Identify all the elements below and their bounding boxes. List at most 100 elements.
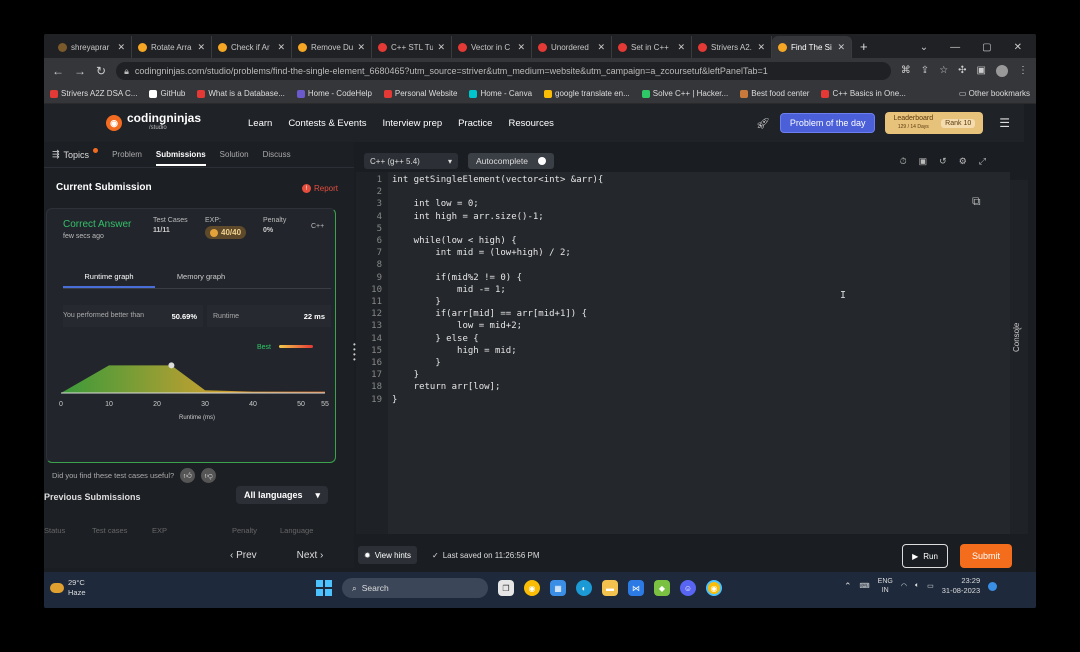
bookmark-item[interactable]: What is a Database... [197, 89, 285, 98]
rocket-icon[interactable]: 🚀︎ [756, 117, 770, 130]
new-tab-icon[interactable]: + [852, 39, 876, 58]
browser-tab[interactable]: Find The Si ✕ [772, 36, 852, 58]
bookmark-item[interactable]: C++ Basics in One... [821, 89, 906, 98]
prev-button[interactable]: ‹ Prev [230, 550, 257, 561]
other-bookmarks[interactable]: ▭ Other bookmarks [959, 89, 1030, 98]
browser-tab[interactable]: Remove Du ✕ [292, 36, 372, 58]
browser-tab[interactable]: C++ STL Tu ✕ [372, 36, 452, 58]
minimize-icon[interactable]: — [950, 42, 960, 53]
language-dropdown[interactable]: C++ (g++ 5.4) ▾ [364, 153, 458, 169]
sidepanel-icon[interactable]: ▣ [977, 65, 986, 77]
tab-close-icon[interactable]: ✕ [197, 42, 205, 53]
weather-widget[interactable]: 29°C Haze [50, 578, 86, 598]
topics-button[interactable]: ⇶ Topics [52, 148, 99, 160]
battery-icon[interactable]: ▭ [927, 582, 934, 590]
nav-practice[interactable]: Practice [458, 118, 492, 129]
file-explorer-icon[interactable]: ▬ [602, 580, 618, 596]
settings-gear-icon[interactable]: ⚙︎ [959, 156, 967, 167]
tab-close-icon[interactable]: ✕ [437, 42, 445, 53]
next-button[interactable]: Next › [297, 550, 324, 561]
teams-icon[interactable]: ▦ [550, 580, 566, 596]
bookmark-item[interactable]: Personal Website [383, 89, 457, 98]
bookmark-item[interactable]: Best food center [740, 89, 809, 98]
your-runtime-marker[interactable] [168, 362, 175, 369]
leaderboard-button[interactable]: Leaderboard 129 / 14 Days Rank 10 [885, 112, 984, 134]
discord-icon[interactable]: ☺ [680, 580, 696, 596]
forward-icon[interactable]: → [74, 64, 86, 78]
reset-icon[interactable]: ↺ [939, 156, 947, 167]
browser-tab[interactable]: Vector in C ✕ [452, 36, 532, 58]
tab-close-icon[interactable]: ✕ [837, 42, 845, 53]
code-editor[interactable]: ⧉ I 1 int getSingleElement(vector<int> &a… [356, 172, 1010, 534]
tab-close-icon[interactable]: ✕ [757, 42, 765, 53]
tab-runtime-graph[interactable]: Runtime graph [63, 269, 155, 288]
site-logo[interactable]: ◉ codingninjas /studio [58, 112, 238, 133]
tab-problem[interactable]: Problem [112, 150, 142, 159]
input-language[interactable]: ENG IN [878, 577, 893, 595]
back-icon[interactable]: ← [52, 64, 64, 78]
kebab-menu-icon[interactable]: ⋮ [1018, 65, 1028, 77]
wifi-icon[interactable]: ◠ [901, 582, 907, 590]
edge-icon[interactable]: ◐ [576, 580, 592, 596]
view-hints-button[interactable]: ✹ View hints [358, 546, 418, 564]
browser-tab[interactable]: Check if Ar ✕ [212, 36, 292, 58]
tab-discuss[interactable]: Discuss [263, 150, 291, 159]
browser-tab[interactable]: Rotate Arra ✕ [132, 36, 212, 58]
browser-tab[interactable]: shreyaprar ✕ [52, 36, 132, 58]
translate-icon[interactable]: ⌘ [901, 65, 911, 77]
taskbar-search[interactable]: ⌕ Search [342, 578, 488, 598]
browser-tab[interactable]: Strivers A2. ✕ [692, 36, 772, 58]
language-filter-dropdown[interactable]: All languages ▾ [236, 486, 328, 504]
vscode-icon[interactable]: ⋈ [628, 580, 644, 596]
share-icon[interactable]: ⇪ [921, 65, 929, 77]
browser-tab[interactable]: Unordered ✕ [532, 36, 612, 58]
tab-search-icon[interactable]: ⌄ [920, 42, 928, 53]
browser-tab[interactable]: Set in C++ ✕ [612, 36, 692, 58]
tab-close-icon[interactable]: ✕ [517, 42, 525, 53]
bookmark-item[interactable]: Strivers A2Z DSA C... [50, 89, 137, 98]
nav-resources[interactable]: Resources [508, 118, 553, 129]
fullscreen-icon[interactable]: ⤢ [979, 156, 986, 167]
bookmark-item[interactable]: Home - CodeHelp [296, 89, 372, 98]
volume-icon[interactable]: 🔈︎ [915, 582, 919, 590]
clock[interactable]: 23:29 31-08-2023 [942, 576, 980, 596]
autocomplete-toggle[interactable]: Autocomplete [468, 153, 554, 169]
nav-interview-prep[interactable]: Interview prep [382, 118, 442, 129]
nav-learn[interactable]: Learn [248, 118, 272, 129]
console-toggle[interactable]: ‹ Console [1010, 180, 1028, 534]
notification-icon[interactable] [988, 581, 998, 591]
hamburger-menu-icon[interactable]: ☰ [999, 116, 1010, 130]
url-field[interactable]: 🔒︎ codingninjas.com/studio/problems/find… [116, 62, 891, 80]
run-button[interactable]: ▶ Run [902, 544, 948, 568]
tab-solution[interactable]: Solution [220, 150, 249, 159]
timer-icon[interactable]: ⏱︎ [900, 156, 907, 167]
keyboard-icon[interactable]: ⌨ [860, 582, 870, 590]
bluestacks-icon[interactable]: ◆ [654, 580, 670, 596]
report-button[interactable]: ! Report [302, 184, 338, 193]
windows-start-icon[interactable] [316, 580, 332, 596]
tab-close-icon[interactable]: ✕ [277, 42, 285, 53]
chrome-active-icon[interactable]: ◉ [706, 580, 722, 596]
bookmark-item[interactable]: Solve C++ | Hacker... [641, 89, 728, 98]
tab-close-icon[interactable]: ✕ [677, 42, 685, 53]
reload-icon[interactable]: ↻ [96, 64, 106, 78]
thumbs-up-icon[interactable]: 👍︎ [180, 468, 196, 483]
tab-close-icon[interactable]: ✕ [597, 42, 605, 53]
tab-close-icon[interactable]: ✕ [357, 42, 365, 53]
bookmark-item[interactable]: Home - Canva [469, 89, 532, 98]
close-window-icon[interactable]: ✕ [1014, 42, 1022, 53]
thumbs-down-icon[interactable]: 👎︎ [201, 468, 217, 483]
task-view-icon[interactable]: ❐ [498, 580, 514, 596]
problem-of-the-day-button[interactable]: Problem of the day [779, 113, 876, 133]
tab-memory-graph[interactable]: Memory graph [155, 269, 247, 288]
star-icon[interactable]: ☆ [939, 65, 948, 77]
nav-contests[interactable]: Contests & Events [288, 118, 366, 129]
submit-button[interactable]: Submit [960, 544, 1012, 568]
puzzle-icon[interactable]: ✣ [958, 65, 966, 77]
maximize-icon[interactable]: ▢ [982, 42, 991, 53]
save-icon[interactable]: ▣ [919, 156, 928, 167]
chevron-up-icon[interactable]: ⌃ [844, 581, 852, 592]
chrome-icon[interactable]: ◉ [524, 580, 540, 596]
tab-close-icon[interactable]: ✕ [117, 42, 125, 53]
tab-submissions[interactable]: Submissions [155, 150, 206, 166]
